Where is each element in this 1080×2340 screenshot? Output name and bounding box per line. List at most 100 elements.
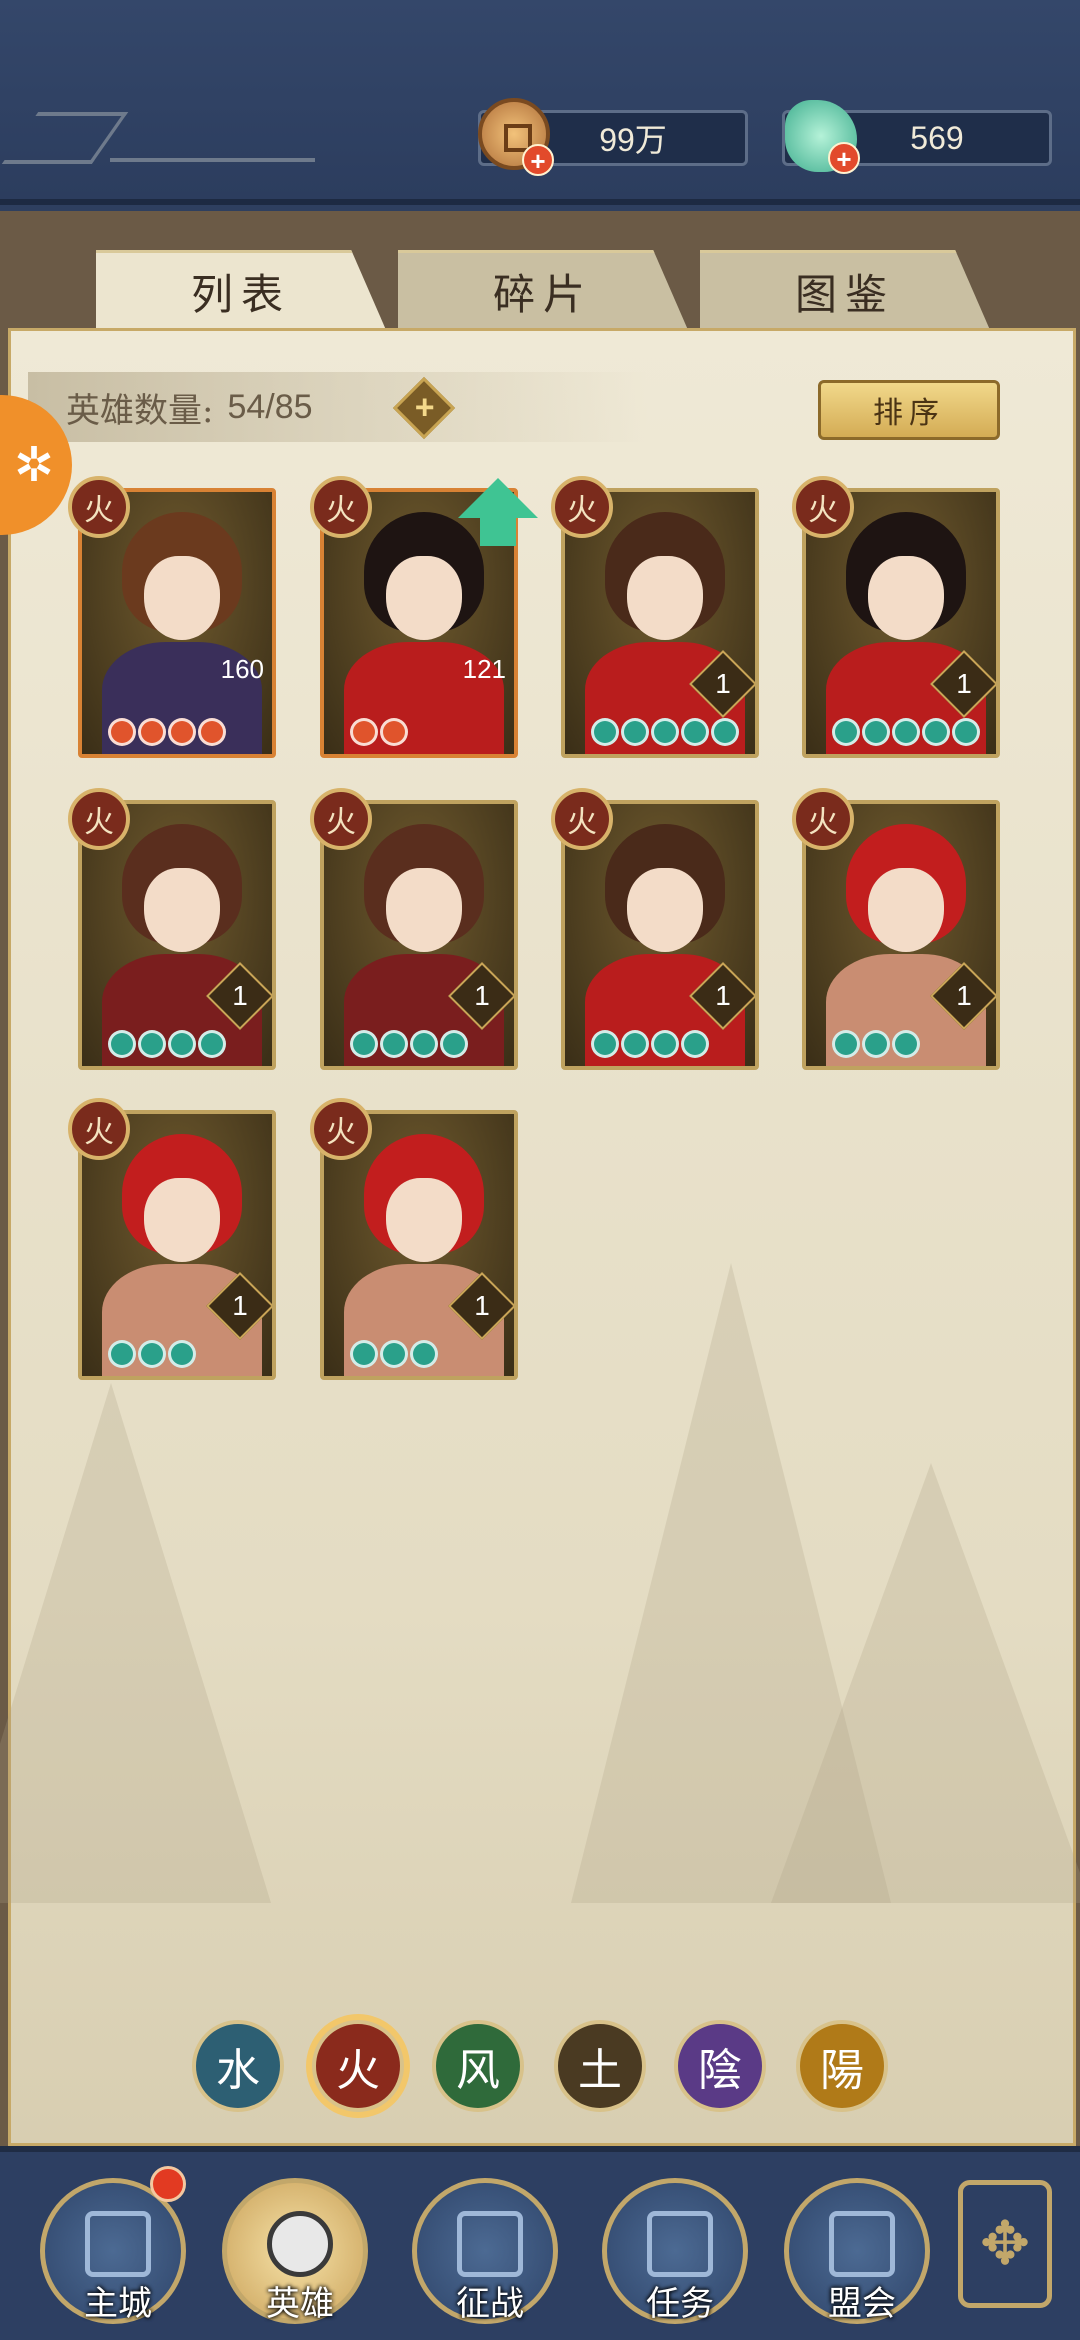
star-icon [621,718,649,746]
star-icon [168,1030,196,1058]
star-icon [350,718,378,746]
star-icon [198,1030,226,1058]
hero-level: 1 [474,1290,490,1321]
hero-count: 英雄数量: 54/85 [28,372,648,442]
element-filter-bar: 水火风土陰陽 [192,2020,912,2116]
star-icon [832,1030,860,1058]
hero-portrait-face [386,868,462,952]
tab-list-label: 列表 [190,270,291,319]
hero-portrait-face [144,556,220,640]
nav-campaign-label: 征战 [456,2284,524,2324]
filter-water-button[interactable]: 水 [192,2020,284,2112]
mountain-decoration [0,1383,271,1903]
top-bar: 99万 + 569 + [0,0,1080,205]
hero-star-rating [108,1030,226,1058]
knot-menu-icon: ✥ [979,2209,1031,2279]
star-icon [138,1030,166,1058]
nav-guild[interactable]: 盟会 [784,2178,930,2324]
hero-level: 1 [956,980,972,1011]
hero-level: 1 [715,668,731,699]
add-jade-button[interactable]: + [828,142,860,174]
filter-wind-button[interactable]: 风 [432,2020,524,2112]
hero-level: 121 [462,654,506,684]
hero-star-rating [350,1030,468,1058]
coin-amount: 99万 [599,122,667,158]
fire-element-icon: 火 [68,1098,130,1160]
hero-star-rating [832,718,980,746]
hero-count-value: 54/85 [227,387,313,426]
tab-fragments-label: 碎片 [492,270,593,319]
tab-fragments[interactable]: 碎片 [398,250,688,330]
fire-element-icon: 火 [68,476,130,538]
tab-codex[interactable]: 图鉴 [700,250,990,330]
hero-star-rating [350,718,408,746]
filter-earth-button[interactable]: 土 [554,2020,646,2112]
hero-portrait-face [868,556,944,640]
star-icon [681,718,709,746]
star-icon [440,1030,468,1058]
star-icon [198,718,226,746]
quest-scroll-icon [647,2211,713,2277]
star-icon [591,1030,619,1058]
star-icon [168,718,196,746]
add-coin-button[interactable]: + [522,144,554,176]
fire-element-icon: 火 [551,476,613,538]
star-icon [410,1030,438,1058]
fire-element-icon: 火 [551,788,613,850]
nav-guild-label: 盟会 [828,2284,896,2324]
hero-level: 1 [232,980,248,1011]
sort-button[interactable]: 排序 [818,380,1000,440]
hero-portrait-face [868,868,944,952]
fire-element-icon: 火 [310,1098,372,1160]
fire-element-icon: 火 [310,788,372,850]
hero-portrait-face [144,1178,220,1262]
filter-yin-button[interactable]: 陰 [674,2020,766,2112]
tab-codex-label: 图鉴 [794,270,895,319]
jade-amount: 569 [910,119,964,156]
filter-fire-button[interactable]: 火 [312,2020,404,2112]
hero-level: 160 [220,654,264,684]
plus-icon: + [414,388,435,427]
hero-level: 1 [474,980,490,1011]
menu-button[interactable]: ✥ [958,2180,1052,2308]
star-icon [621,1030,649,1058]
star-icon [832,718,860,746]
star-icon [380,1340,408,1368]
hero-star-rating [832,1030,920,1058]
star-icon [168,1340,196,1368]
nav-heroes[interactable]: 英雄 [222,2178,368,2324]
nav-heroes-label: 英雄 [266,2284,334,2324]
star-icon [108,718,136,746]
nav-campaign[interactable]: 征战 [412,2178,558,2324]
hero-portrait-face [386,1178,462,1262]
hero-star-rating [591,718,739,746]
hero-star-rating [108,1340,196,1368]
mountain-decoration [771,1463,1080,1903]
hero-portrait-face [627,868,703,952]
hero-level-badge: 160 [221,656,264,704]
hero-star-rating [591,1030,709,1058]
star-icon [350,1340,378,1368]
star-icon [410,1340,438,1368]
star-icon [862,718,890,746]
hero-level-badge: 121 [463,656,506,704]
hero-portrait-face [144,868,220,952]
star-icon [681,1030,709,1058]
star-icon [108,1030,136,1058]
hero-star-rating [108,718,226,746]
star-icon [108,1340,136,1368]
upgrade-arrow-icon [458,478,538,546]
star-icon [138,718,166,746]
sort-label: 排序 [873,396,945,431]
tab-list[interactable]: 列表 [96,250,386,330]
star-icon [892,718,920,746]
fire-element-icon: 火 [792,476,854,538]
hero-star-rating [350,1340,438,1368]
hero-level: 1 [232,1290,248,1321]
campaign-icon [457,2211,523,2277]
star-icon [892,1030,920,1058]
filter-yang-button[interactable]: 陽 [796,2020,888,2112]
nav-quests[interactable]: 任务 [602,2178,748,2324]
hero-level: 1 [715,980,731,1011]
star-icon [350,1030,378,1058]
